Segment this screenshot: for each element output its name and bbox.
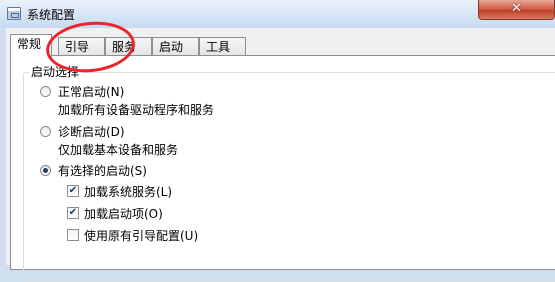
close-icon: ✕ [511, 1, 522, 16]
diagnostic-startup-description: 仅加载基本设备和服务 [58, 143, 179, 157]
normal-startup-label[interactable]: 正常启动(N) [58, 83, 124, 100]
general-tab-panel: 启动选择 正常启动(N) 加载所有设备驱动程序和服务 诊断启动(D) 仅加载基本… [10, 55, 555, 282]
close-button[interactable]: ✕ [478, 0, 555, 20]
normal-startup-radio[interactable] [40, 86, 51, 97]
normal-startup-description: 加载所有设备驱动程序和服务 [58, 103, 215, 117]
tab-startup[interactable]: 启动 [152, 37, 199, 56]
load-startup-items-checkbox[interactable]: ✔ [67, 207, 79, 219]
diagnostic-startup-label[interactable]: 诊断启动(D) [58, 123, 125, 140]
load-system-services-checkbox[interactable]: ✔ [67, 185, 79, 197]
use-original-boot-config-checkbox[interactable] [67, 229, 79, 241]
tab-tools[interactable]: 工具 [199, 37, 246, 56]
load-system-services-label[interactable]: 加载系统服务(L) [84, 183, 172, 200]
msconfig-app-icon [7, 7, 21, 20]
tab-label: 工具 [206, 40, 231, 54]
use-original-boot-config-label[interactable]: 使用原有引导配置(U) [84, 227, 198, 244]
window-title: 系统配置 [27, 8, 76, 22]
load-startup-items-label[interactable]: 加载启动项(O) [84, 205, 163, 222]
selective-startup-label[interactable]: 有选择的启动(S) [58, 162, 147, 179]
tab-label: 常规 [17, 37, 42, 51]
tab-label: 启动 [159, 40, 184, 54]
selective-startup-radio[interactable] [40, 165, 51, 176]
diagnostic-startup-radio[interactable] [40, 126, 51, 137]
